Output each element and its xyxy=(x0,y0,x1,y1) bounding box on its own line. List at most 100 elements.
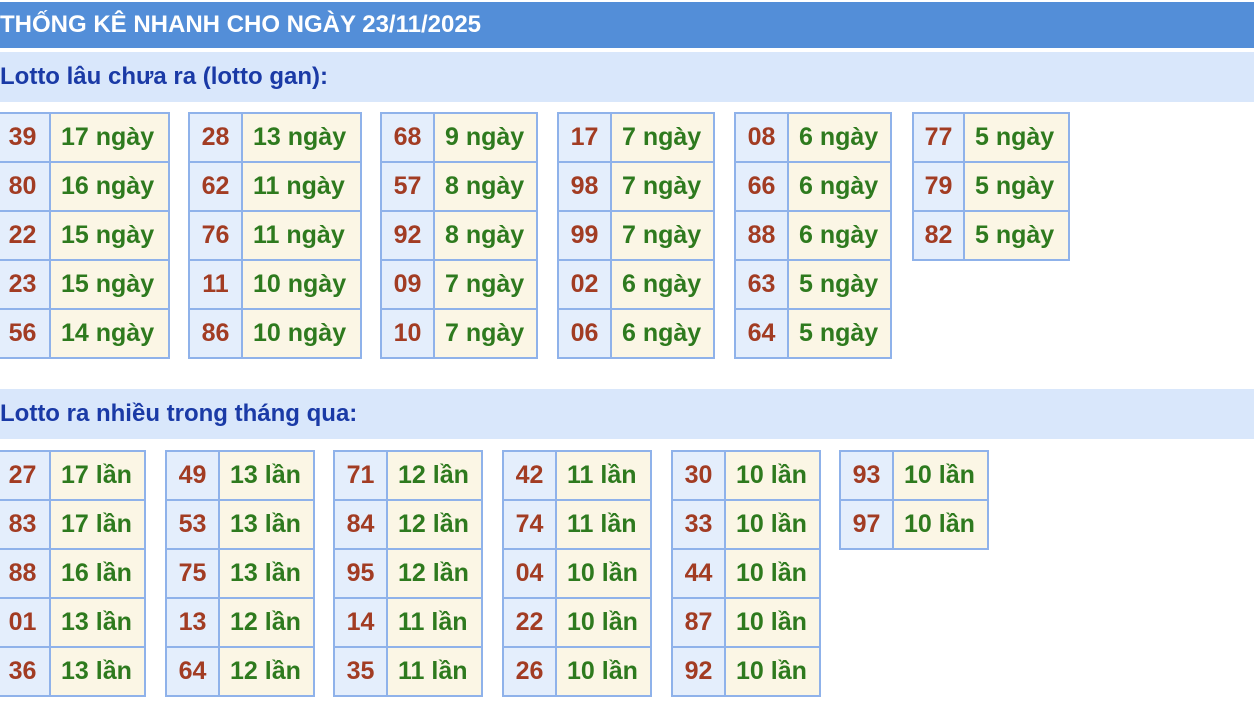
table-row: 74 11 lần xyxy=(502,499,652,550)
lotto-number: 42 xyxy=(502,450,557,501)
section-heading-gan: Lotto lâu chưa ra (lotto gan): xyxy=(0,52,1254,102)
table-row: 23 15 ngày xyxy=(0,259,170,310)
table-row: 77 5 ngày xyxy=(912,112,1070,163)
frequent-table-3: 71 12 lần 84 12 lần 95 12 lần 14 11 lần 35 11 lần xyxy=(333,450,483,697)
lotto-number: 06 xyxy=(557,308,612,359)
table-row: 22 15 ngày xyxy=(0,210,170,261)
frequent-table-1: 27 17 lần 83 17 lần 88 16 lần 01 13 lần 36 13 lần xyxy=(0,450,146,697)
lotto-number: 87 xyxy=(671,597,726,648)
table-row: 33 10 lần xyxy=(671,499,821,550)
lotto-count: 7 ngày xyxy=(610,161,715,212)
frequent-table-5: 30 10 lần 33 10 lần 44 10 lần 87 10 lần 92 10 lần xyxy=(671,450,821,697)
table-row: 39 17 ngày xyxy=(0,112,170,163)
lotto-number: 77 xyxy=(912,112,965,163)
table-row: 92 10 lần xyxy=(671,646,821,697)
lotto-number: 88 xyxy=(0,548,51,599)
lotto-count: 17 lần xyxy=(49,499,146,550)
table-row: 04 10 lần xyxy=(502,548,652,599)
lotto-count: 12 lần xyxy=(218,597,315,648)
lotto-count: 11 ngày xyxy=(241,210,362,261)
lotto-count: 17 ngày xyxy=(49,112,170,163)
lotto-count: 6 ngày xyxy=(787,161,892,212)
table-row: 68 9 ngày xyxy=(380,112,538,163)
gan-table-1: 39 17 ngày 80 16 ngày 22 15 ngày 23 15 ngày 56 14… xyxy=(0,112,170,359)
lotto-count: 6 ngày xyxy=(787,112,892,163)
lotto-count: 11 lần xyxy=(555,450,652,501)
lotto-number: 08 xyxy=(734,112,789,163)
lotto-count: 7 ngày xyxy=(610,210,715,261)
table-row: 13 12 lần xyxy=(165,597,315,648)
lotto-number: 53 xyxy=(165,499,220,550)
table-row: 64 12 lần xyxy=(165,646,315,697)
lotto-count: 13 lần xyxy=(218,450,315,501)
lotto-count: 12 lần xyxy=(386,548,483,599)
lotto-count: 10 lần xyxy=(892,450,989,501)
table-row: 17 7 ngày xyxy=(557,112,715,163)
gan-table-5: 08 6 ngày 66 6 ngày 88 6 ngày 63 5 ngày 64 5 ngày xyxy=(734,112,892,359)
lotto-number: 56 xyxy=(0,308,51,359)
lotto-number: 92 xyxy=(380,210,435,261)
frequent-table-6: 93 10 lần 97 10 lần xyxy=(839,450,989,550)
table-row: 14 11 lần xyxy=(333,597,483,648)
lotto-number: 01 xyxy=(0,597,51,648)
frequent-table-4: 42 11 lần 74 11 lần 04 10 lần 22 10 lần 26 10 lần xyxy=(502,450,652,697)
lotto-number: 44 xyxy=(671,548,726,599)
table-row: 26 10 lần xyxy=(502,646,652,697)
table-row: 53 13 lần xyxy=(165,499,315,550)
lotto-count: 11 ngày xyxy=(241,161,362,212)
lotto-number: 35 xyxy=(333,646,388,697)
lotto-count: 5 ngày xyxy=(963,161,1070,212)
stats-page: THỐNG KÊ NHANH CHO NGÀY 23/11/2025 Lotto… xyxy=(0,0,1254,715)
lotto-count: 10 lần xyxy=(724,548,821,599)
lotto-count: 10 lần xyxy=(555,548,652,599)
lotto-number: 66 xyxy=(734,161,789,212)
gan-table-6: 77 5 ngày 79 5 ngày 82 5 ngày xyxy=(912,112,1070,261)
lotto-count: 7 ngày xyxy=(433,259,538,310)
lotto-count: 15 ngày xyxy=(49,259,170,310)
table-row: 64 5 ngày xyxy=(734,308,892,359)
gan-table-3: 68 9 ngày 57 8 ngày 92 8 ngày 09 7 ngày 10 7 ngày xyxy=(380,112,538,359)
lotto-number: 64 xyxy=(165,646,220,697)
table-row: 22 10 lần xyxy=(502,597,652,648)
lotto-count: 10 lần xyxy=(892,499,989,550)
table-row: 28 13 ngày xyxy=(188,112,362,163)
table-row: 71 12 lần xyxy=(333,450,483,501)
lotto-number: 80 xyxy=(0,161,51,212)
lotto-count: 15 ngày xyxy=(49,210,170,261)
lotto-number: 02 xyxy=(557,259,612,310)
lotto-count: 13 lần xyxy=(49,646,146,697)
table-row: 62 11 ngày xyxy=(188,161,362,212)
lotto-number: 68 xyxy=(380,112,435,163)
lotto-number: 88 xyxy=(734,210,789,261)
lotto-count: 12 lần xyxy=(386,499,483,550)
table-row: 88 6 ngày xyxy=(734,210,892,261)
lotto-count: 5 ngày xyxy=(963,112,1070,163)
table-row: 79 5 ngày xyxy=(912,161,1070,212)
gan-table-2: 28 13 ngày 62 11 ngày 76 11 ngày 11 10 ngày 86 10… xyxy=(188,112,362,359)
lotto-count: 12 lần xyxy=(218,646,315,697)
table-row: 56 14 ngày xyxy=(0,308,170,359)
lotto-count: 11 lần xyxy=(555,499,652,550)
lotto-count: 10 lần xyxy=(724,597,821,648)
table-row: 08 6 ngày xyxy=(734,112,892,163)
lotto-number: 57 xyxy=(380,161,435,212)
lotto-number: 39 xyxy=(0,112,51,163)
table-row: 09 7 ngày xyxy=(380,259,538,310)
page-title: THỐNG KÊ NHANH CHO NGÀY 23/11/2025 xyxy=(0,2,1254,48)
lotto-count: 6 ngày xyxy=(610,308,715,359)
table-row: 63 5 ngày xyxy=(734,259,892,310)
lotto-number: 97 xyxy=(839,499,894,550)
lotto-count: 10 ngày xyxy=(241,308,362,359)
table-row: 80 16 ngày xyxy=(0,161,170,212)
lotto-count: 10 ngày xyxy=(241,259,362,310)
lotto-count: 13 lần xyxy=(49,597,146,648)
lotto-count: 5 ngày xyxy=(787,259,892,310)
table-row: 95 12 lần xyxy=(333,548,483,599)
lotto-count: 14 ngày xyxy=(49,308,170,359)
table-row: 02 6 ngày xyxy=(557,259,715,310)
lotto-number: 95 xyxy=(333,548,388,599)
lotto-count: 8 ngày xyxy=(433,210,538,261)
table-row: 57 8 ngày xyxy=(380,161,538,212)
lotto-number: 10 xyxy=(380,308,435,359)
lotto-number: 26 xyxy=(502,646,557,697)
